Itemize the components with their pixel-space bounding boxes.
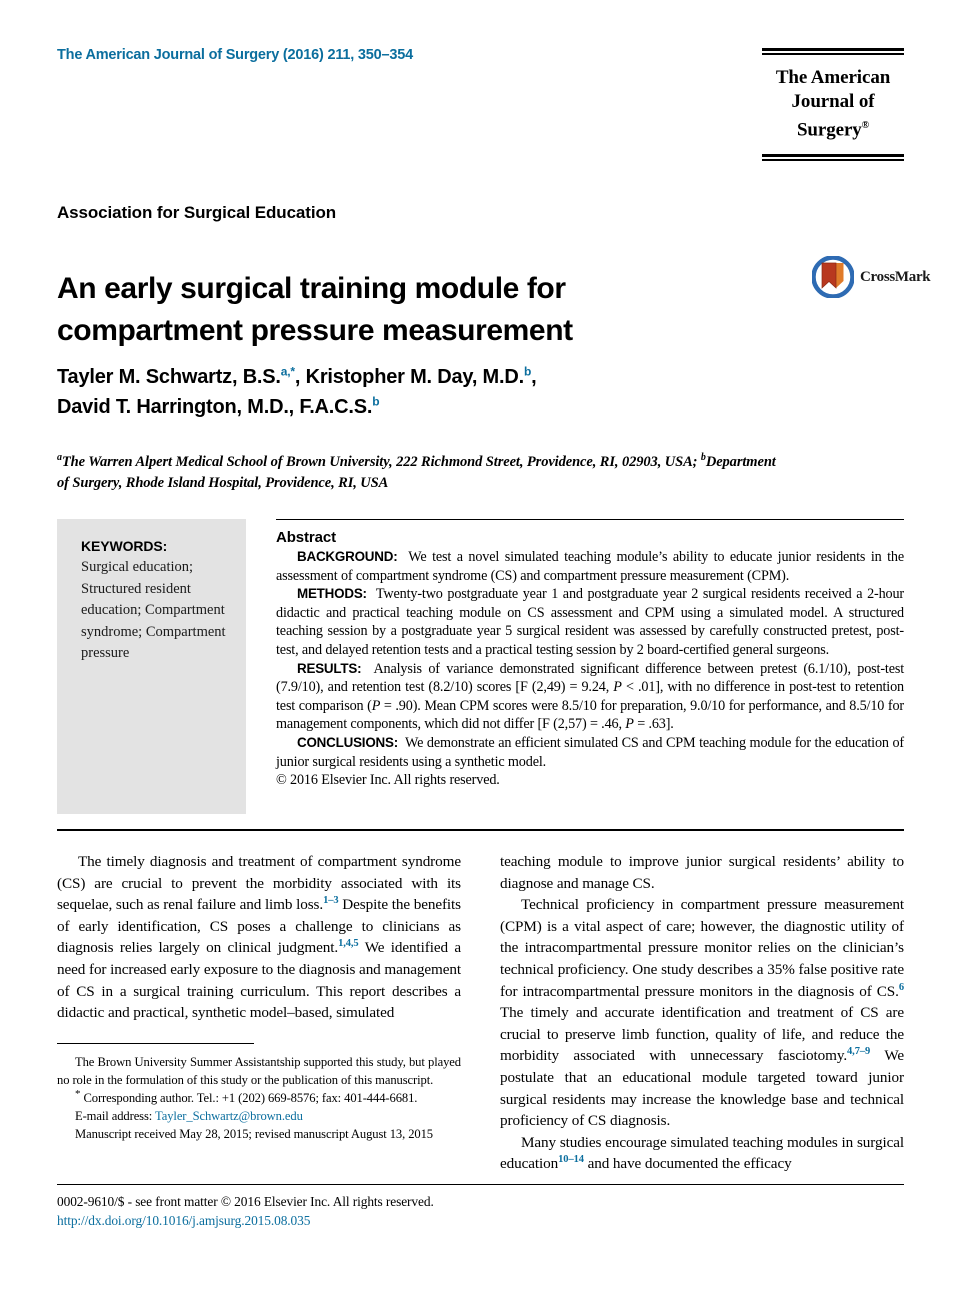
crossmark-badge-group[interactable]: CrossMark — [812, 256, 931, 300]
author-3-name: David T. Harrington, M.D., F.A.C.S. — [57, 396, 373, 418]
body-paragraph-1: The timely diagnosis and treatment of co… — [57, 851, 461, 1024]
affiliations: aThe Warren Alpert Medical School of Bro… — [57, 452, 787, 494]
doi-link[interactable]: http://dx.doi.org/10.1016/j.amjsurg.2015… — [57, 1211, 657, 1230]
author-separator-2: , — [531, 366, 537, 388]
journal-reference: The American Journal of Surgery (2016) 2… — [57, 47, 413, 63]
section-label: Association for Surgical Education — [57, 203, 337, 222]
citation-ref-4-7-9[interactable]: 4,7–9 — [847, 1046, 870, 1058]
abstract-results-text-4: = .63]. — [633, 716, 674, 733]
abstract-background: BACKGROUND: We test a novel simulated te… — [276, 548, 904, 585]
body-p2-text-b: The timely and accurate identification a… — [500, 1004, 904, 1065]
registered-mark: ® — [861, 120, 870, 131]
keywords-list: Surgical education; Structured resident … — [81, 559, 226, 661]
body-column-left: The timely diagnosis and treatment of co… — [57, 851, 461, 1024]
abstract-methods: METHODS: Twenty-two postgraduate year 1 … — [276, 585, 904, 659]
abstract-copyright: © 2016 Elsevier Inc. All rights reserved… — [276, 772, 500, 789]
author-3-affiliation-marker[interactable]: b — [372, 394, 379, 408]
keywords-panel: KEYWORDS: Surgical education; Structured… — [57, 519, 246, 814]
body-p2-text-a: Technical proficiency in compartment pre… — [500, 896, 904, 1000]
footnote-email: E-mail address: Tayler_Schwartz@brown.ed… — [57, 1107, 461, 1125]
footnotes-section: The Brown University Summer Assistantshi… — [57, 1053, 461, 1143]
abstract-section: Abstract BACKGROUND: We test a novel sim… — [276, 529, 904, 790]
abstract-top-rule — [276, 519, 904, 520]
citation-ref-6[interactable]: 6 — [899, 982, 904, 993]
abstract-results: RESULTS: Analysis of variance demonstrat… — [276, 660, 904, 734]
footer-section: 0002-9610/$ - see front matter © 2016 El… — [57, 1192, 657, 1230]
journal-logo-text: The American Journal of Surgery® — [762, 55, 904, 154]
body-column-right: teaching module to improve junior surgic… — [500, 851, 904, 1175]
journal-logo-line1: The American — [775, 67, 891, 88]
body-paragraph-2: Technical proficiency in compartment pre… — [500, 894, 904, 1132]
affiliation-a-text: The Warren Alpert Medical School of Brow… — [61, 454, 701, 470]
author-separator-1: , Kristopher M. Day, M.D. — [294, 366, 524, 388]
abstract-results-p-3: P — [625, 716, 634, 733]
body-paragraph-3: Many studies encourage simulated teachin… — [500, 1132, 904, 1175]
abstract-conclusions: CONCLUSIONS: We demonstrate an efficient… — [276, 734, 904, 771]
author-1-affiliation-marker[interactable]: a,* — [281, 364, 295, 378]
footnote-funding: The Brown University Summer Assistantshi… — [57, 1055, 461, 1087]
footer-rule — [57, 1184, 904, 1185]
citation-ref-1-4-5[interactable]: 1,4,5 — [338, 938, 359, 950]
body-p3-text-b: and have documented the efficacy — [583, 1155, 792, 1173]
abstract-bottom-rule — [57, 829, 904, 831]
logo-rule-bottom — [762, 154, 904, 162]
footnote-rule — [57, 1043, 254, 1044]
citation-ref-10-14[interactable]: 10–14 — [558, 1154, 584, 1166]
abstract-conclusions-label: CONCLUSIONS: — [297, 734, 399, 750]
logo-rule-top — [762, 48, 904, 55]
abstract-methods-text: Twenty-two postgraduate year 1 and postg… — [276, 586, 904, 658]
email-label: E-mail address: — [75, 1109, 156, 1123]
footnote-corresponding: * Corresponding author. Tel.: +1 (202) 6… — [57, 1088, 461, 1107]
corresponding-author-text: Corresponding author. Tel.: +1 (202) 669… — [80, 1091, 418, 1105]
email-link[interactable]: Tayler_Schwartz@brown.edu — [155, 1109, 303, 1123]
abstract-results-label: RESULTS: — [297, 660, 362, 676]
article-page: The American Journal of Surgery (2016) 2… — [0, 0, 960, 1290]
title-line-2: compartment pressure measurement — [57, 314, 573, 348]
author-list: Tayler M. Schwartz, B.S.a,*, Kristopher … — [57, 362, 717, 422]
footnote-received: Manuscript received May 28, 2015; revise… — [75, 1127, 434, 1141]
abstract-results-p-1: P — [613, 679, 622, 696]
journal-logo-line2: Journal of Surgery — [791, 91, 875, 141]
abstract-results-p-2: P — [371, 697, 381, 714]
keywords-title: KEYWORDS: — [81, 538, 168, 554]
title-line-1: An early surgical training module for — [57, 272, 566, 306]
abstract-heading: Abstract — [276, 529, 337, 546]
page-title: An early surgical training module for co… — [57, 268, 657, 352]
issn-line: 0002-9610/$ - see front matter © 2016 El… — [57, 1194, 434, 1209]
body-paragraph-1-cont: teaching module to improve junior surgic… — [500, 853, 904, 892]
crossmark-icon[interactable] — [812, 256, 854, 298]
crossmark-label: CrossMark — [860, 269, 931, 285]
abstract-methods-label: METHODS: — [297, 586, 367, 602]
journal-logo: The American Journal of Surgery® — [762, 48, 904, 162]
citation-ref-1-3[interactable]: 1–3 — [323, 895, 339, 906]
abstract-background-label: BACKGROUND: — [297, 549, 398, 564]
author-1-name: Tayler M. Schwartz, B.S. — [57, 366, 281, 388]
